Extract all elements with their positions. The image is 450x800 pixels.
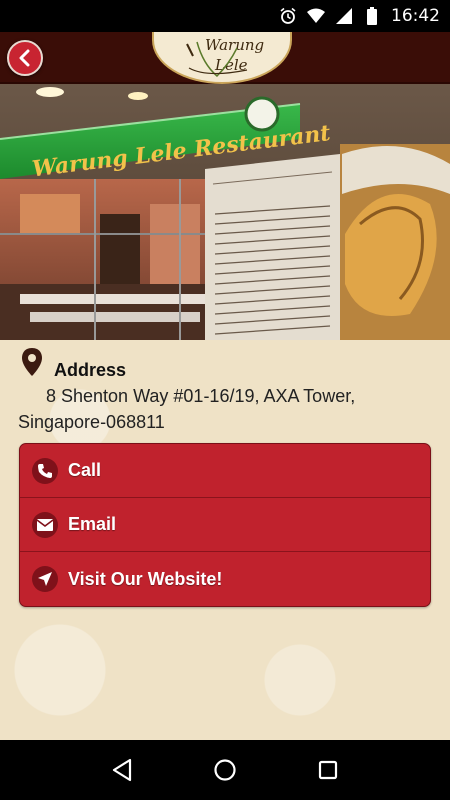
call-label: Call — [68, 460, 102, 480]
status-bar: 16:42 — [0, 0, 450, 32]
navigation-arrow-icon — [32, 566, 58, 592]
envelope-icon — [32, 511, 58, 538]
recents-square-icon[interactable] — [313, 755, 343, 785]
status-time: 16:42 — [391, 6, 440, 26]
back-triangle-icon[interactable] — [107, 755, 137, 785]
restaurant-photo: Warung Lele Restaurant — [0, 84, 450, 340]
action-list: Call Email Visit Our Website! — [19, 443, 431, 607]
email-button[interactable]: Email — [20, 498, 430, 552]
address-section: Address 8 Shenton Way #01-16/19, AXA Tow… — [18, 346, 438, 435]
address-text: 8 Shenton Way #01-16/19, AXA Tower, Sing… — [18, 386, 356, 432]
visit-website-label: Visit Our Website! — [68, 568, 223, 589]
email-label: Email — [68, 514, 117, 534]
home-circle-icon[interactable] — [210, 755, 240, 785]
visit-website-button[interactable]: Visit Our Website! — [20, 552, 430, 606]
signal-icon — [335, 7, 353, 25]
map-pin-icon — [18, 346, 46, 378]
alarm-icon — [279, 7, 297, 25]
warung-lele-logo: Warung Lele — [186, 36, 264, 78]
app-logo: Warung Lele — [152, 32, 292, 84]
wifi-icon — [307, 7, 325, 25]
chevron-left-icon — [19, 49, 30, 67]
content-area: Address 8 Shenton Way #01-16/19, AXA Tow… — [0, 340, 450, 740]
address-title: Address — [54, 360, 127, 380]
phone-icon — [32, 457, 58, 484]
call-button[interactable]: Call — [20, 444, 430, 498]
system-nav-bar — [0, 740, 450, 800]
back-button[interactable] — [7, 40, 43, 76]
battery-icon — [363, 7, 381, 25]
